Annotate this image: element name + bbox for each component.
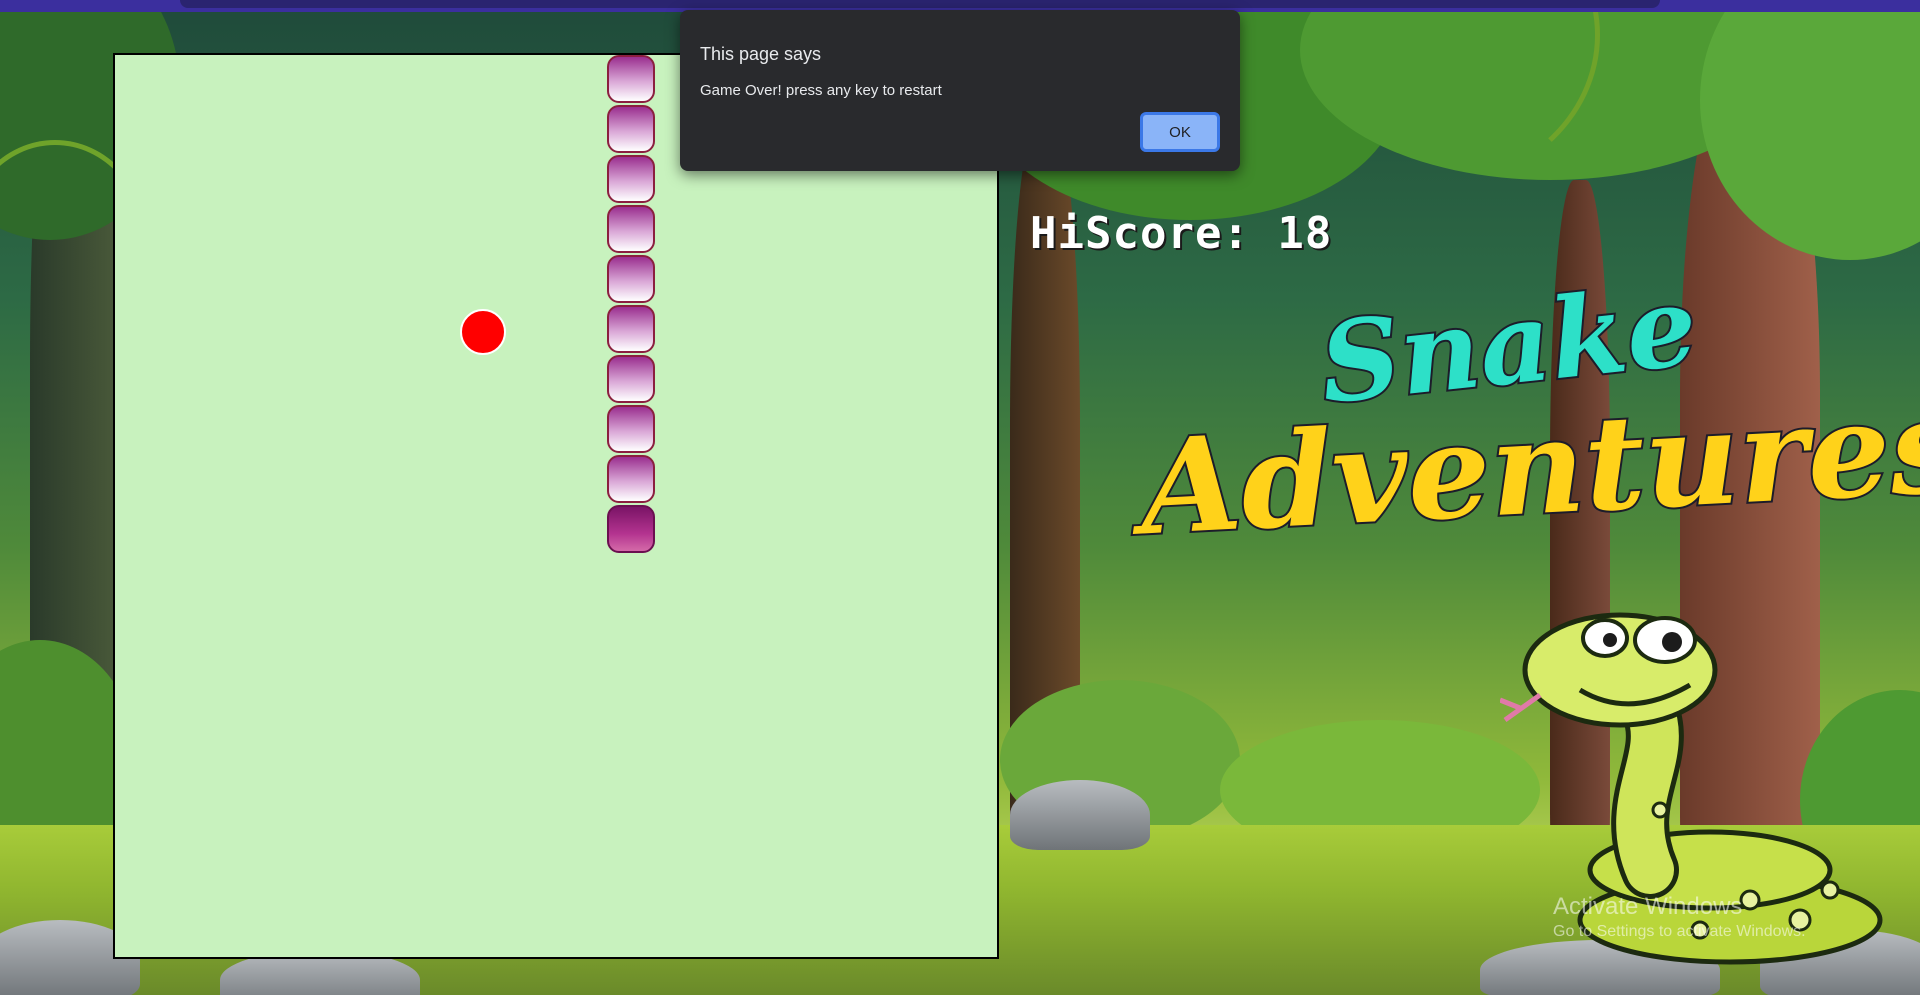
snake-segment	[607, 205, 655, 253]
game-board[interactable]	[113, 53, 999, 959]
snake-segment	[607, 105, 655, 153]
snake-segment	[607, 405, 655, 453]
food-apple	[460, 309, 506, 355]
dialog-message: Game Over! press any key to restart	[700, 82, 942, 99]
game-logo: Snake Adventures	[1135, 259, 1920, 567]
snake-segment	[607, 255, 655, 303]
watermark-title: Activate Windows	[1553, 893, 1743, 920]
snake-segment	[607, 355, 655, 403]
logo-line-2: Adventures	[1135, 367, 1920, 567]
ok-button[interactable]: OK	[1140, 112, 1220, 152]
snake-head	[607, 505, 655, 553]
windows-activation-watermark: Activate Windows Go to Settings to activ…	[1553, 893, 1806, 941]
snake-segment	[607, 305, 655, 353]
watermark-subtitle: Go to Settings to activate Windows.	[1553, 923, 1806, 940]
snake-segment	[607, 455, 655, 503]
snake-segment	[607, 155, 655, 203]
hiscore-label: HiScore: 18	[1030, 208, 1333, 259]
dialog-title: This page says	[700, 44, 822, 64]
alert-dialog: This page says Game Over! press any key …	[680, 10, 1240, 171]
snake-segment	[607, 55, 655, 103]
